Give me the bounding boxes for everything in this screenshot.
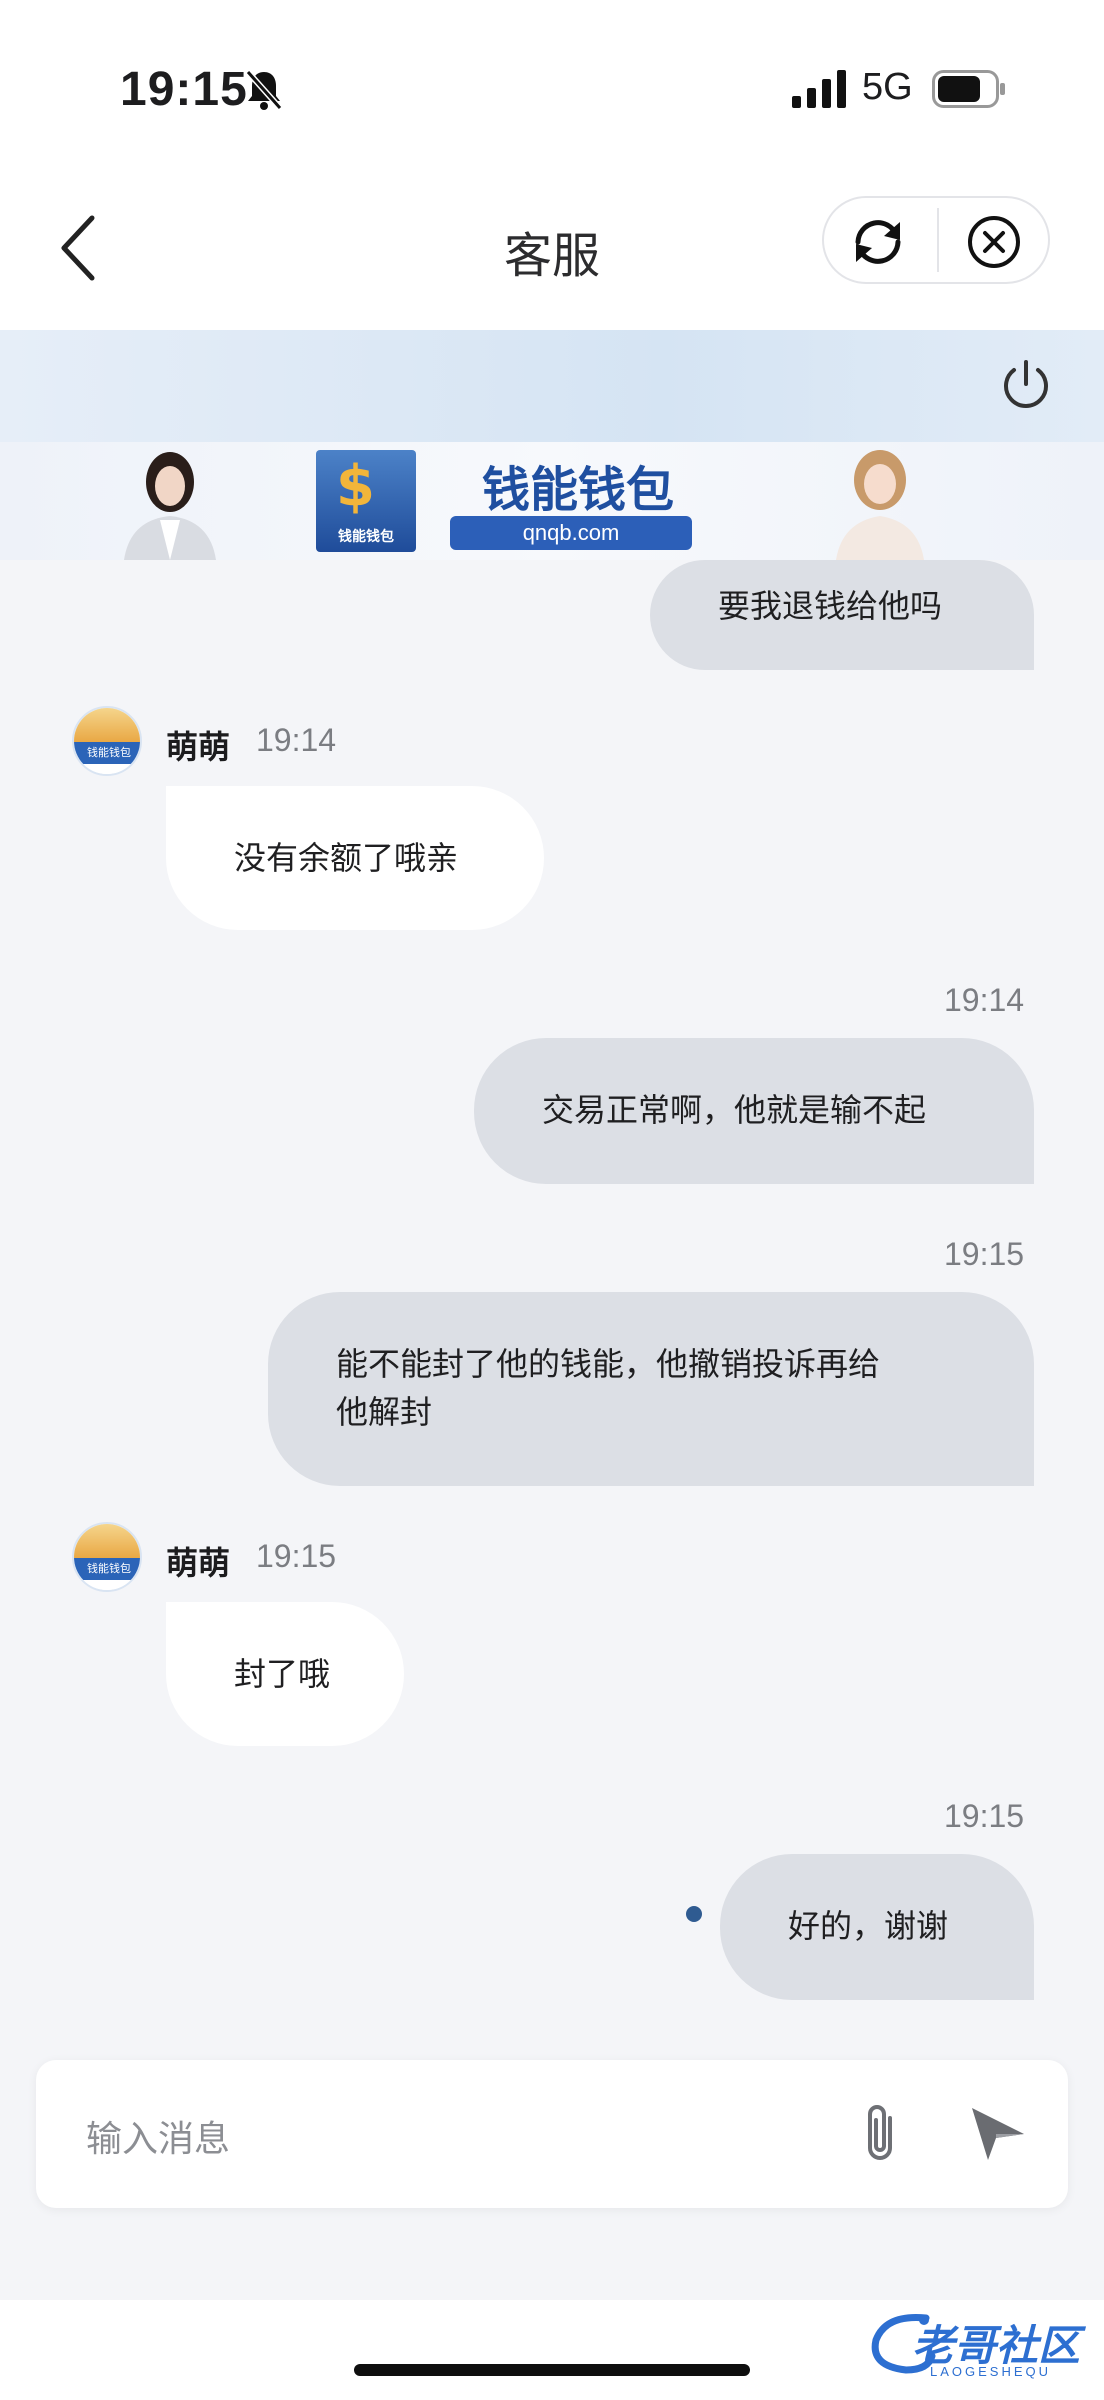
message-text: 要我退钱给他吗: [718, 587, 943, 625]
attachment-icon[interactable]: [852, 2100, 908, 2168]
message-bubble-incoming[interactable]: 没有余额了哦亲: [166, 786, 544, 930]
message-time: 19:14: [944, 982, 1025, 1018]
capsule-divider: [937, 208, 939, 272]
model-right-image: [836, 450, 924, 560]
message-bubble-outgoing[interactable]: 能不能封了他的钱能，他撤销投诉再给 他解封: [268, 1292, 1034, 1486]
message-text: 封了哦: [234, 1655, 331, 1693]
message-input[interactable]: 输入消息: [86, 2110, 230, 2162]
battery-icon: [932, 70, 1005, 108]
message-bubble-outgoing[interactable]: 交易正常啊，他就是输不起: [474, 1038, 1034, 1184]
avatar-logo-icon: [74, 708, 140, 742]
home-indicator[interactable]: [354, 2364, 750, 2376]
nav-bar: 客服: [0, 170, 1104, 330]
logo-dollar-icon: $: [336, 454, 375, 519]
brand-name: 钱能钱包: [481, 462, 674, 518]
message-input-bar: 输入消息: [36, 2060, 1068, 2208]
status-bar: 19:15 5G: [0, 0, 1104, 170]
avatar-footer: [74, 764, 140, 774]
message-text-line: 能不能封了他的钱能，他撤销投诉再给: [336, 1345, 881, 1383]
agent-avatar[interactable]: 钱能钱包: [72, 1522, 142, 1592]
message-text: 没有余额了哦亲: [234, 839, 459, 877]
cellular-signal-icon: [792, 70, 846, 108]
message-bubble-outgoing[interactable]: 好的，谢谢: [720, 1854, 1034, 2000]
status-time: 19:15: [120, 63, 248, 116]
send-icon[interactable]: [966, 2104, 1028, 2162]
refresh-icon[interactable]: [848, 212, 908, 272]
avatar-label: 钱能钱包: [74, 1558, 140, 1580]
watermark: 老哥社区 LAOGESHEQU: [866, 2306, 1096, 2384]
message-time: 19:14: [256, 722, 337, 758]
message-text: 好的，谢谢: [788, 1907, 949, 1945]
brand-logo: $ 钱能钱包: [316, 450, 416, 552]
avatar-footer: [74, 1580, 140, 1590]
avatar-label: 钱能钱包: [74, 742, 140, 764]
agent-name: 萌萌: [166, 728, 231, 766]
close-circle-icon[interactable]: [964, 212, 1024, 272]
model-left-image: [124, 452, 216, 560]
agent-name: 萌萌: [166, 1544, 231, 1582]
message-text-line: 他解封: [336, 1393, 433, 1431]
bell-muted-icon: [245, 70, 283, 110]
network-type: 5G: [862, 66, 913, 108]
message-time: 19:15: [944, 1236, 1025, 1272]
message-text: 交易正常啊，他就是输不起: [542, 1091, 927, 1129]
avatar-logo-icon: [74, 1524, 140, 1558]
logo-text: 钱能钱包: [338, 529, 394, 545]
ad-banner[interactable]: $ 钱能钱包 钱能钱包 qnqb.com: [0, 442, 1104, 560]
watermark-subtext: LAOGESHEQU: [930, 2364, 1052, 2379]
message-bubble-incoming[interactable]: 封了哦: [166, 1602, 404, 1746]
message-time: 19:15: [944, 1798, 1025, 1834]
chat-header-strip: [0, 330, 1104, 442]
brand-url: qnqb.com: [450, 516, 692, 550]
unread-indicator: [686, 1906, 702, 1922]
mini-program-capsule: [822, 196, 1050, 284]
bottom-area: 老哥社区 LAOGESHEQU: [0, 2300, 1104, 2400]
message-bubble-outgoing[interactable]: 要我退钱给他吗: [650, 560, 1034, 670]
message-time: 19:15: [256, 1538, 337, 1574]
power-icon[interactable]: [996, 354, 1056, 414]
agent-avatar[interactable]: 钱能钱包: [72, 706, 142, 776]
